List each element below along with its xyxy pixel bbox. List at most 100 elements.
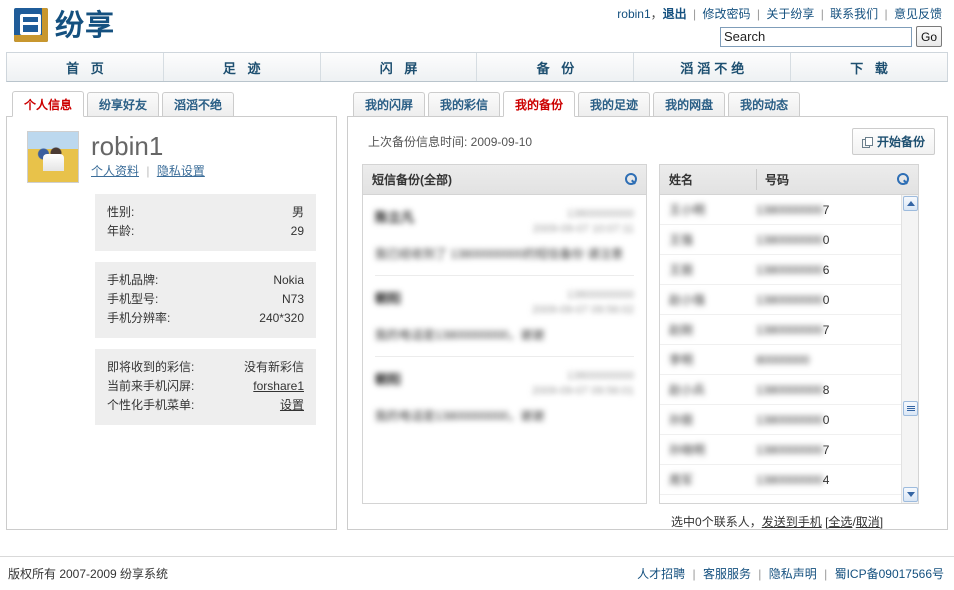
chevron-up-icon[interactable] (903, 196, 918, 211)
table-row[interactable]: 王丽 13800000006 (660, 255, 901, 285)
info-key: 手机品牌: (107, 273, 159, 287)
profile-data-link[interactable]: 个人资料 (91, 164, 139, 178)
search-icon[interactable] (896, 173, 909, 186)
icp-license-link[interactable]: 蜀ICP备09017566号 (835, 567, 944, 581)
list-item[interactable]: 陈立凡 13800000000 2009-09-07 10:07:11 我已经收… (375, 195, 634, 276)
cancel-selection-link[interactable]: 取消 (856, 515, 880, 529)
sms-backup-panel: 短信备份(全部) 陈立凡 13800000000 2009-09-07 10:0… (362, 164, 647, 504)
menu-settings-link[interactable]: 设置 (280, 398, 304, 412)
right-tabstrip: 我的闪屏 我的彩信 我的备份 我的足迹 我的网盘 我的动态 (347, 90, 948, 117)
table-row[interactable]: 周军 13800000004 (660, 465, 901, 495)
privacy-settings-link[interactable]: 隐私设置 (157, 164, 205, 178)
info-value-link[interactable]: 设置 (280, 396, 304, 415)
nav-item-tracks[interactable]: 足 迹 (164, 53, 321, 81)
table-row[interactable]: 王强 13800000000 (660, 225, 901, 255)
feedback-link[interactable]: 意见反馈 (894, 7, 942, 21)
current-splash-link[interactable]: forshare1 (253, 379, 304, 393)
fenxiang-logo-icon (14, 8, 48, 42)
table-row[interactable]: 孙晓明 13800000007 (660, 435, 901, 465)
profile-username: robin1 (91, 131, 164, 161)
column-header-number: 号码 (765, 173, 790, 187)
contacts-panel: 姓名 号码 王小明 13800000007 王强 13800000000 王丽 … (659, 164, 919, 504)
nav-item-backup[interactable]: 备 份 (477, 53, 635, 81)
table-row[interactable]: 孙丽 13800000000 (660, 405, 901, 435)
customer-service-link[interactable]: 客服服务 (703, 567, 751, 581)
info-row: 手机品牌: Nokia (107, 271, 304, 290)
table-row[interactable]: 赵小兵 13800000008 (660, 375, 901, 405)
link-separator-2: | (756, 7, 760, 21)
search-bar: Go (719, 26, 942, 47)
tab-chat[interactable]: 滔滔不绝 (162, 92, 235, 116)
contacts-scrollbar[interactable] (901, 195, 918, 503)
change-password-link[interactable]: 修改密码 (703, 7, 751, 21)
table-row[interactable]: 赵小强 13800000000 (660, 285, 901, 315)
selection-middle: 个联系人， (701, 515, 762, 529)
contacts-footer-row: 选中0个联系人，发送到手机 [全选/取消] (348, 504, 947, 530)
nav-item-home[interactable]: 首 页 (7, 53, 164, 81)
contact-number-masked: 1380000000 (756, 322, 823, 337)
site-logo[interactable]: 纷享 (14, 8, 115, 42)
search-icon[interactable] (624, 173, 637, 186)
search-go-button[interactable]: Go (915, 26, 942, 47)
scrollbar-thumb[interactable] (903, 401, 918, 416)
select-all-link[interactable]: 全选 (828, 515, 852, 529)
list-item[interactable]: 朝阳 13800000000 2009-09-07 09:56:01 我的电话是… (375, 357, 634, 437)
contact-name: 周军 (669, 473, 694, 487)
contact-number-masked: 1380000000 (756, 472, 823, 487)
tab-my-activity[interactable]: 我的动态 (728, 92, 801, 116)
table-row[interactable]: 王小明 13800000007 (660, 195, 901, 225)
chevron-down-icon[interactable] (903, 487, 918, 502)
privacy-statement-link[interactable]: 隐私声明 (769, 567, 817, 581)
tab-my-netdisk[interactable]: 我的网盘 (653, 92, 726, 116)
info-row: 当前来手机闪屏: forshare1 (107, 377, 304, 396)
info-value: 男 (291, 205, 304, 219)
contacts-body: 王小明 13800000007 王强 13800000000 王丽 138000… (660, 195, 918, 503)
sms-list[interactable]: 陈立凡 13800000000 2009-09-07 10:07:11 我已经收… (363, 195, 646, 503)
nav-item-chat[interactable]: 滔滔不绝 (634, 53, 792, 81)
table-row[interactable]: 赵刚 13800000007 (660, 315, 901, 345)
contacts-list[interactable]: 王小明 13800000007 王强 13800000000 王丽 138000… (660, 195, 901, 503)
info-value-link[interactable]: forshare1 (253, 377, 304, 396)
logout-link[interactable]: 退出 (663, 7, 687, 21)
info-key: 手机型号: (107, 292, 159, 306)
link-separator-1: | (693, 7, 697, 21)
search-input[interactable] (719, 26, 912, 47)
table-row[interactable]: 李明 80000000 (660, 345, 901, 375)
avatar[interactable] (27, 131, 79, 183)
content-columns: 个人信息 纷享好友 滔滔不绝 robin1 个人资料 | 隐私设置 性别: 男 … (0, 82, 954, 530)
tab-my-backup[interactable]: 我的备份 (503, 91, 576, 117)
tab-my-splash[interactable]: 我的闪屏 (353, 92, 426, 116)
contact-name: 王强 (669, 233, 694, 247)
copyright-text: 版权所有 2007-2009 纷享系统 (8, 567, 169, 581)
contact-number-tail: 8 (822, 382, 830, 397)
tab-my-mms[interactable]: 我的彩信 (428, 92, 501, 116)
about-link[interactable]: 关于纷享 (766, 7, 814, 21)
left-column: 个人信息 纷享好友 滔滔不绝 robin1 个人资料 | 隐私设置 性别: 男 … (6, 90, 337, 530)
selection-prefix: 选中 (671, 515, 696, 529)
contact-number-tail: 0 (822, 292, 830, 307)
contact-name: 赵刚 (669, 323, 694, 337)
contact-name: 赵小兵 (669, 383, 706, 397)
contact-number: 13800000000 (756, 233, 901, 247)
sms-time: 2009-09-07 10:07:11 (532, 223, 634, 235)
info-key: 性别: (107, 205, 135, 219)
jobs-link[interactable]: 人才招聘 (637, 567, 685, 581)
tab-friends[interactable]: 纷享好友 (87, 92, 160, 116)
list-item[interactable]: 朝阳 13800000000 2009-09-07 09:56:02 我的电话是… (375, 276, 634, 357)
start-backup-button[interactable]: 开始备份 (851, 128, 935, 155)
contact-number-masked: 80000000 (756, 352, 810, 367)
start-backup-label: 开始备份 (876, 135, 925, 149)
contact-name: 孙丽 (669, 413, 694, 427)
sms-item-header: 陈立凡 13800000000 2009-09-07 10:07:11 (375, 207, 634, 237)
nav-item-splash[interactable]: 闪 屏 (321, 53, 478, 81)
tab-personal-info[interactable]: 个人信息 (12, 91, 85, 117)
tab-my-tracks[interactable]: 我的足迹 (578, 92, 651, 116)
link-separator-4: | (884, 7, 888, 21)
info-row: 年龄: 29 (107, 222, 304, 241)
contact-link[interactable]: 联系我们 (830, 7, 878, 21)
nav-item-download[interactable]: 下 载 (791, 53, 947, 81)
personal-info-panel: robin1 个人资料 | 隐私设置 性别: 男 年龄: 29 手机品牌: No… (6, 117, 337, 530)
contact-name: 王小明 (669, 203, 706, 217)
send-to-phone-link[interactable]: 发送到手机 (762, 515, 822, 529)
sms-body: 我的电话是13800000000，谢谢 (375, 409, 545, 423)
